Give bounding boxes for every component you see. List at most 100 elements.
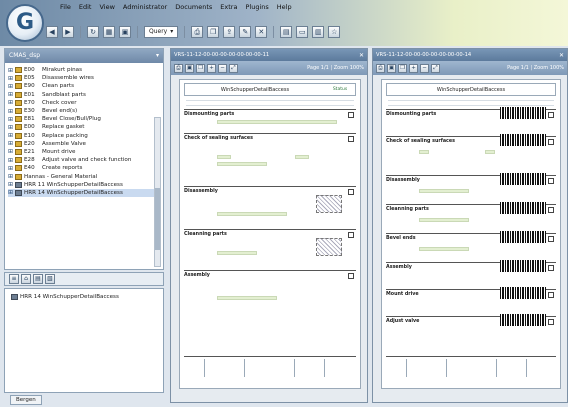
section-checkbox[interactable]: [348, 112, 354, 118]
expand-icon[interactable]: ⊞: [8, 108, 15, 115]
tree-item[interactable]: ⊞ E90 Clean parts: [8, 82, 161, 90]
home-icon[interactable]: ⌂: [21, 274, 31, 284]
tree-item[interactable]: ⊞ E30 Bevel end(s): [8, 107, 161, 115]
document-tab[interactable]: VRS-11-12-00-00-00-00-00-00-00-11: [174, 52, 269, 58]
menu-edit[interactable]: Edit: [79, 3, 92, 11]
section-checkbox[interactable]: [348, 232, 354, 238]
tree-item[interactable]: ⊞ E20 Assemble Valve: [8, 140, 161, 148]
tree-item[interactable]: ⊞ Hannas - General Material: [8, 172, 161, 180]
input-field[interactable]: [419, 247, 469, 251]
export-icon[interactable]: ⇪: [223, 26, 236, 38]
menu-view[interactable]: View: [99, 3, 114, 11]
section-checkbox[interactable]: [548, 207, 554, 213]
save-icon[interactable]: ▣: [185, 63, 194, 73]
refresh-icon[interactable]: ↻: [87, 26, 99, 38]
print-icon[interactable]: ⎙: [191, 26, 204, 38]
section-checkbox[interactable]: [348, 273, 354, 279]
input-field[interactable]: [217, 296, 277, 300]
copy-icon[interactable]: ❐: [398, 63, 407, 73]
menu-administrator[interactable]: Administrator: [123, 3, 167, 11]
expand-icon[interactable]: ⊞: [8, 165, 15, 172]
forward-icon[interactable]: ▶: [62, 26, 74, 38]
section-checkbox[interactable]: [548, 319, 554, 325]
expand-icon[interactable]: ⊞: [8, 83, 15, 90]
expand-icon[interactable]: ⊞: [8, 116, 15, 123]
input-field[interactable]: [217, 155, 231, 159]
expand-icon[interactable]: ⊞: [8, 157, 15, 164]
expand-icon[interactable]: ⊞: [8, 140, 15, 147]
list-icon[interactable]: ▤: [33, 274, 43, 284]
section-checkbox[interactable]: [548, 178, 554, 184]
zoom-in-icon[interactable]: +: [409, 63, 418, 73]
input-field[interactable]: [419, 150, 429, 154]
copy-icon[interactable]: ❐: [196, 63, 205, 73]
input-field[interactable]: [217, 120, 337, 124]
tree-item[interactable]: ⊞ E21 Mount drive: [8, 148, 161, 156]
delete-icon[interactable]: ✕: [255, 26, 268, 38]
zoom-in-icon[interactable]: +: [207, 63, 216, 73]
document-tab[interactable]: VRS-11-12-00-00-00-00-00-00-00-14: [376, 52, 471, 58]
copy-icon[interactable]: ❐: [207, 26, 220, 38]
tree-item[interactable]: ⊞ E10 Replace packing: [8, 132, 161, 140]
fit-page-icon[interactable]: ⤢: [229, 63, 238, 73]
input-field[interactable]: [295, 155, 309, 159]
tree-item-selected[interactable]: ⊞ HRR 14 WinSchupperDetailBaccess: [8, 188, 161, 197]
section-checkbox[interactable]: [548, 112, 554, 118]
query-dropdown[interactable]: Query ▾: [144, 26, 179, 38]
fit-page-icon[interactable]: ⤢: [431, 63, 440, 73]
close-icon[interactable]: ✕: [359, 52, 364, 59]
section-checkbox[interactable]: [348, 189, 354, 195]
document-list-item[interactable]: HRR 14 WinSchupperDetailBaccess: [11, 293, 157, 301]
expand-icon[interactable]: ⊞: [8, 148, 15, 155]
tree-item[interactable]: ⊞ E28 Adjust valve and check function: [8, 156, 161, 164]
section-checkbox[interactable]: [548, 139, 554, 145]
expand-icon[interactable]: ⊞: [8, 173, 15, 180]
tree-view-icon[interactable]: ≡: [9, 274, 19, 284]
close-icon[interactable]: ✕: [559, 52, 564, 59]
input-field[interactable]: [217, 251, 257, 255]
tree-item[interactable]: ⊞ E00 Mirakurt pinas: [8, 66, 161, 74]
edit-icon[interactable]: ✎: [239, 26, 252, 38]
tree-item[interactable]: ⊞ E05 Disassemble wires: [8, 74, 161, 82]
window-icon[interactable]: ▭: [296, 26, 309, 38]
scrollbar-thumb[interactable]: [155, 188, 160, 250]
expand-icon[interactable]: ⊞: [8, 124, 15, 131]
tree-item[interactable]: ⊞ E70 Check cover: [8, 99, 161, 107]
menu-plugins[interactable]: Plugins: [245, 3, 268, 11]
expand-icon[interactable]: ⊞: [8, 189, 15, 196]
input-field[interactable]: [217, 212, 287, 216]
expand-icon[interactable]: ⊞: [8, 99, 15, 106]
input-field[interactable]: [419, 189, 469, 193]
expand-icon[interactable]: ⊞: [8, 91, 15, 98]
close-icon[interactable]: ▾: [156, 52, 159, 60]
tree-item[interactable]: ⊞ E00 Replace gasket: [8, 123, 161, 131]
print-icon[interactable]: ⎙: [174, 63, 183, 73]
expand-icon[interactable]: ⊞: [8, 181, 15, 188]
input-field[interactable]: [419, 218, 469, 222]
menu-documents[interactable]: Documents: [175, 3, 212, 11]
image-icon[interactable]: ▧: [45, 274, 55, 284]
zoom-out-icon[interactable]: −: [420, 63, 429, 73]
expand-icon[interactable]: ⊞: [8, 132, 15, 139]
grid-icon[interactable]: ▤: [280, 26, 293, 38]
table-icon[interactable]: ▥: [312, 26, 325, 38]
section-checkbox[interactable]: [348, 136, 354, 142]
expand-icon[interactable]: ⊞: [8, 75, 15, 82]
input-field[interactable]: [485, 150, 495, 154]
tree-scrollbar[interactable]: [154, 117, 161, 267]
menu-extra[interactable]: Extra: [220, 3, 237, 11]
star-icon[interactable]: ☆: [328, 26, 341, 38]
bottom-tab[interactable]: Bergen: [10, 395, 42, 405]
tree-item[interactable]: ⊞ E81 Bevel Close/Bull/Plug: [8, 115, 161, 123]
section-checkbox[interactable]: [548, 292, 554, 298]
save-icon[interactable]: ▣: [119, 26, 131, 38]
section-checkbox[interactable]: [548, 236, 554, 242]
open-icon[interactable]: ▦: [103, 26, 115, 38]
section-checkbox[interactable]: [548, 265, 554, 271]
expand-icon[interactable]: ⊞: [8, 67, 15, 74]
input-field[interactable]: [217, 162, 267, 166]
print-icon[interactable]: ⎙: [376, 63, 385, 73]
back-icon[interactable]: ◀: [46, 26, 58, 38]
zoom-out-icon[interactable]: −: [218, 63, 227, 73]
tree-item[interactable]: ⊞ E40 Create reports: [8, 164, 161, 172]
